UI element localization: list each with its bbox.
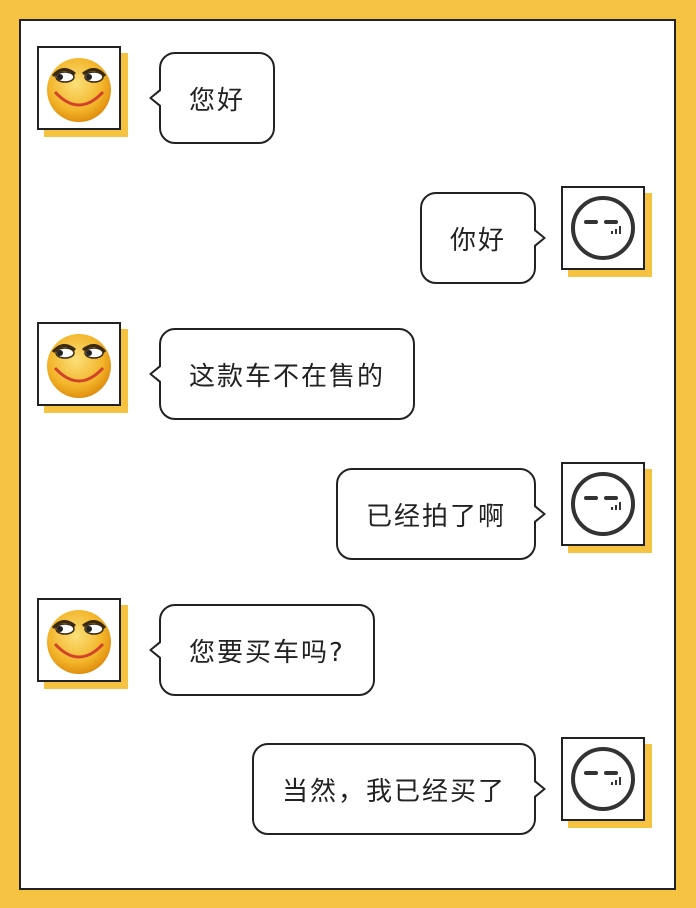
- message-row: 您好: [21, 46, 674, 156]
- message-row: 当然，我已经买了: [21, 737, 674, 847]
- message-row: 您要买车吗?: [21, 598, 674, 708]
- message-text: 这款车不在售的: [189, 361, 386, 392]
- message-row: 你好: [21, 186, 674, 296]
- chat-bubble: 你好: [419, 192, 547, 284]
- message-row: 这款车不在售的: [21, 322, 674, 432]
- side-eye-face-icon: [571, 472, 635, 536]
- grin-smiley-face-icon: [47, 58, 111, 122]
- avatar-left[interactable]: [37, 322, 121, 406]
- chat-bubble: 您好: [148, 52, 276, 144]
- chat-bubble: 这款车不在售的: [148, 328, 416, 420]
- chat-bubble: 您要买车吗?: [149, 604, 375, 696]
- avatar-right[interactable]: [561, 462, 645, 546]
- grin-smiley-face-icon: [47, 610, 111, 674]
- message-row: 已经拍了啊: [21, 462, 674, 572]
- message-text: 已经拍了啊: [365, 501, 506, 532]
- chat-bubble: 已经拍了啊: [335, 468, 547, 560]
- avatar-right[interactable]: [561, 737, 645, 821]
- message-text: 当然，我已经买了: [281, 776, 506, 807]
- avatar-left[interactable]: [37, 46, 121, 130]
- side-eye-face-icon: [571, 196, 635, 260]
- chat-bubble: 当然，我已经买了: [251, 743, 547, 835]
- avatar-right[interactable]: [561, 186, 645, 270]
- message-text: 您好: [189, 85, 246, 116]
- chat-frame: 您好 你好 这款车不在售的 已经拍了啊 您要买车吗? 当然，我已经买了: [19, 19, 676, 890]
- side-eye-face-icon: [571, 747, 635, 811]
- message-text: 你好: [449, 225, 506, 256]
- grin-smiley-face-icon: [47, 334, 111, 398]
- avatar-left[interactable]: [37, 598, 121, 682]
- message-text: 您要买车吗?: [189, 637, 345, 668]
